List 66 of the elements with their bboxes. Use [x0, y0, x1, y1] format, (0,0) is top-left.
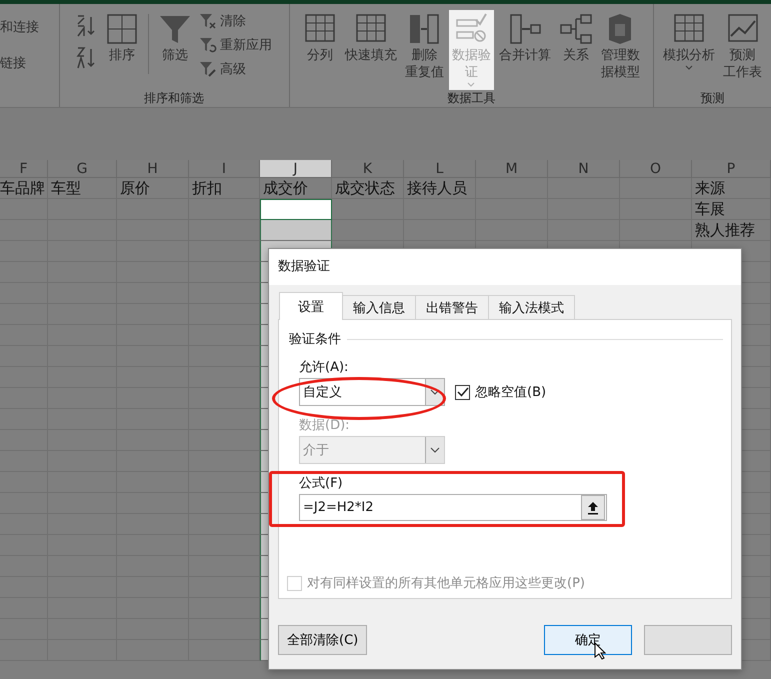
chevron-down-icon [430, 447, 440, 453]
column-header[interactable]: P [692, 160, 771, 178]
column-header[interactable]: L [404, 160, 476, 178]
ribbon-button[interactable]: 删除 重复值 [402, 10, 447, 90]
table-cell [332, 199, 404, 220]
ribbon-button[interactable]: 合并计算 [496, 10, 554, 90]
cancel-button[interactable] [644, 625, 732, 655]
table-cell: 车品牌 [0, 178, 48, 199]
funnel-icon [199, 12, 218, 30]
field-label: 允许(A): [299, 359, 348, 376]
section-title: 验证条件 [289, 331, 341, 348]
clear-all-button[interactable]: 全部清除(C) [278, 625, 368, 655]
column-header[interactable]: M [476, 160, 548, 178]
chevron-down-icon [430, 389, 440, 395]
dropdown[interactable]: 自定义 [299, 378, 445, 406]
ribbon-label[interactable]: 链接 [0, 54, 26, 72]
table-cell [260, 199, 332, 220]
group-label: 排序和筛选 [144, 90, 204, 107]
table-cell: 成交状态 [332, 178, 404, 199]
ribbon-button[interactable]: 排序 [102, 10, 142, 90]
column-header[interactable]: G [48, 160, 117, 178]
table-cell: 来源 [692, 178, 771, 199]
column-header[interactable]: O [620, 160, 692, 178]
table-cell: 原价 [117, 178, 189, 199]
columns-icon [508, 12, 542, 46]
funnel-icon [199, 36, 218, 54]
column-header[interactable]: H [117, 160, 189, 178]
upload-icon [587, 500, 599, 514]
group-label: 数据工具 [447, 90, 496, 107]
tab[interactable]: 输入法模式 [488, 295, 575, 319]
ribbon-button[interactable]: 数据验 证 [448, 10, 494, 90]
column-header[interactable]: N [548, 160, 620, 178]
linked-boxes-icon [558, 12, 593, 46]
ribbon-button[interactable]: 清除 [197, 10, 274, 32]
checkbox[interactable]: 忽略空值(B) [455, 383, 546, 401]
ribbon-button[interactable]: 快速填充 [342, 10, 400, 90]
ribbon-button[interactable]: 模拟分析 [660, 10, 718, 90]
group-label: 预测 [700, 90, 724, 107]
ribbon-button[interactable]: 筛选 [155, 10, 196, 90]
ribbon-button[interactable]: 高级 [197, 58, 274, 80]
ribbon-button[interactable]: 预测 工作表 [720, 10, 765, 90]
ribbon-button[interactable]: 重新应用 [197, 34, 274, 56]
dialog-title: 数据验证 [269, 249, 741, 285]
ribbon-button[interactable]: 管理数 据模型 [598, 10, 643, 90]
ribbon-label[interactable]: 和连接 [0, 18, 39, 36]
checkmark-icon [456, 387, 468, 397]
columns-icon [407, 12, 442, 46]
table-cell: 车型 [48, 178, 117, 199]
column-header[interactable]: J [260, 160, 332, 178]
ribbon-button[interactable]: 分列 [300, 10, 340, 90]
caret-icon [467, 82, 476, 87]
table-cell: 车展 [692, 199, 771, 220]
table-cell: 折扣 [189, 178, 260, 199]
caret-icon [685, 64, 693, 70]
table-cell: 接待人员 [404, 178, 476, 199]
column-header[interactable]: F [0, 160, 48, 178]
field-label: 数据(D): [299, 417, 350, 434]
funnel-icon [199, 60, 218, 78]
field-label: 公式(F) [299, 475, 343, 492]
table-cell: 熟人推荐 [692, 220, 771, 241]
table-cell [260, 220, 332, 241]
column-header[interactable]: K [332, 160, 404, 178]
tab[interactable]: 设置 [279, 292, 343, 320]
input-field[interactable]: =J2=H2*I2 [299, 494, 607, 521]
ribbon-button[interactable]: 关系 [556, 10, 596, 90]
table-icon [105, 12, 140, 46]
